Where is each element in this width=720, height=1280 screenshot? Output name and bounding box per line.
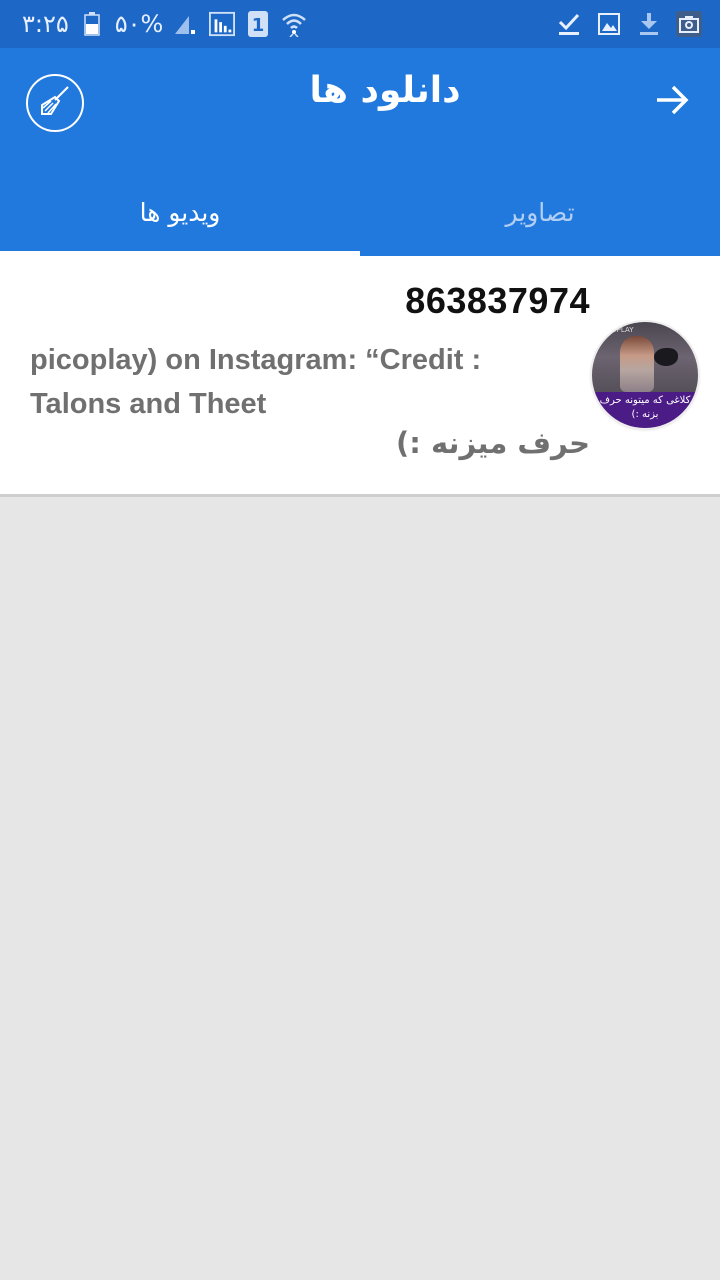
tab-videos-label: ویدیو ها: [139, 197, 221, 227]
tab-videos[interactable]: ویدیو ها: [0, 168, 360, 256]
video-thumbnail[interactable]: PICOPLAY کلاغی که میتونه حرف بزنه :): [592, 322, 698, 428]
check-icon: [556, 11, 582, 37]
status-time: ۳:۲۵: [22, 10, 69, 38]
battery-icon: [79, 11, 105, 37]
download-icon: [636, 11, 662, 37]
arrow-right-icon: [654, 82, 690, 122]
tab-images-label: تصاویر: [505, 197, 575, 227]
signal-icon: [209, 11, 236, 37]
sim-icon: 1: [245, 11, 271, 37]
downloads-list: 863837974 picoplay) on Instagram: “Credi…: [0, 256, 720, 497]
download-id: 863837974: [405, 280, 590, 321]
download-description-rtl: حرف میزنه :): [396, 426, 590, 460]
sim-badge: 1: [252, 15, 265, 36]
status-bar-left: ۳:۲۵ ۵۰% 1: [22, 0, 307, 48]
battery-percent: ۵۰%: [114, 10, 164, 38]
thumbnail-caption: کلاغی که میتونه حرف بزنه :): [592, 392, 698, 428]
screenshot-icon: [676, 11, 702, 37]
list-item[interactable]: 863837974 picoplay) on Instagram: “Credi…: [0, 256, 720, 497]
status-bar-right: [556, 0, 702, 48]
wifi-icon: [281, 11, 307, 37]
page-title: دانلود ها: [309, 70, 461, 111]
download-description: picoplay) on Instagram: “Credit : Talons…: [30, 344, 482, 420]
app-bar: دانلود ها ویدیو ها تصاویر: [0, 48, 720, 256]
thumbnail-photo: PICOPLAY: [592, 322, 698, 392]
image-icon: [596, 11, 622, 37]
status-bar: ۳:۲۵ ۵۰% 1: [0, 0, 720, 48]
thumbnail-person: [620, 336, 654, 392]
thumbnail-brand: PICOPLAY: [600, 326, 634, 334]
signal-icon: [173, 11, 199, 37]
tab-images[interactable]: تصاویر: [360, 168, 720, 256]
thumbnail-crow: [654, 348, 678, 366]
back-button[interactable]: [652, 82, 692, 122]
